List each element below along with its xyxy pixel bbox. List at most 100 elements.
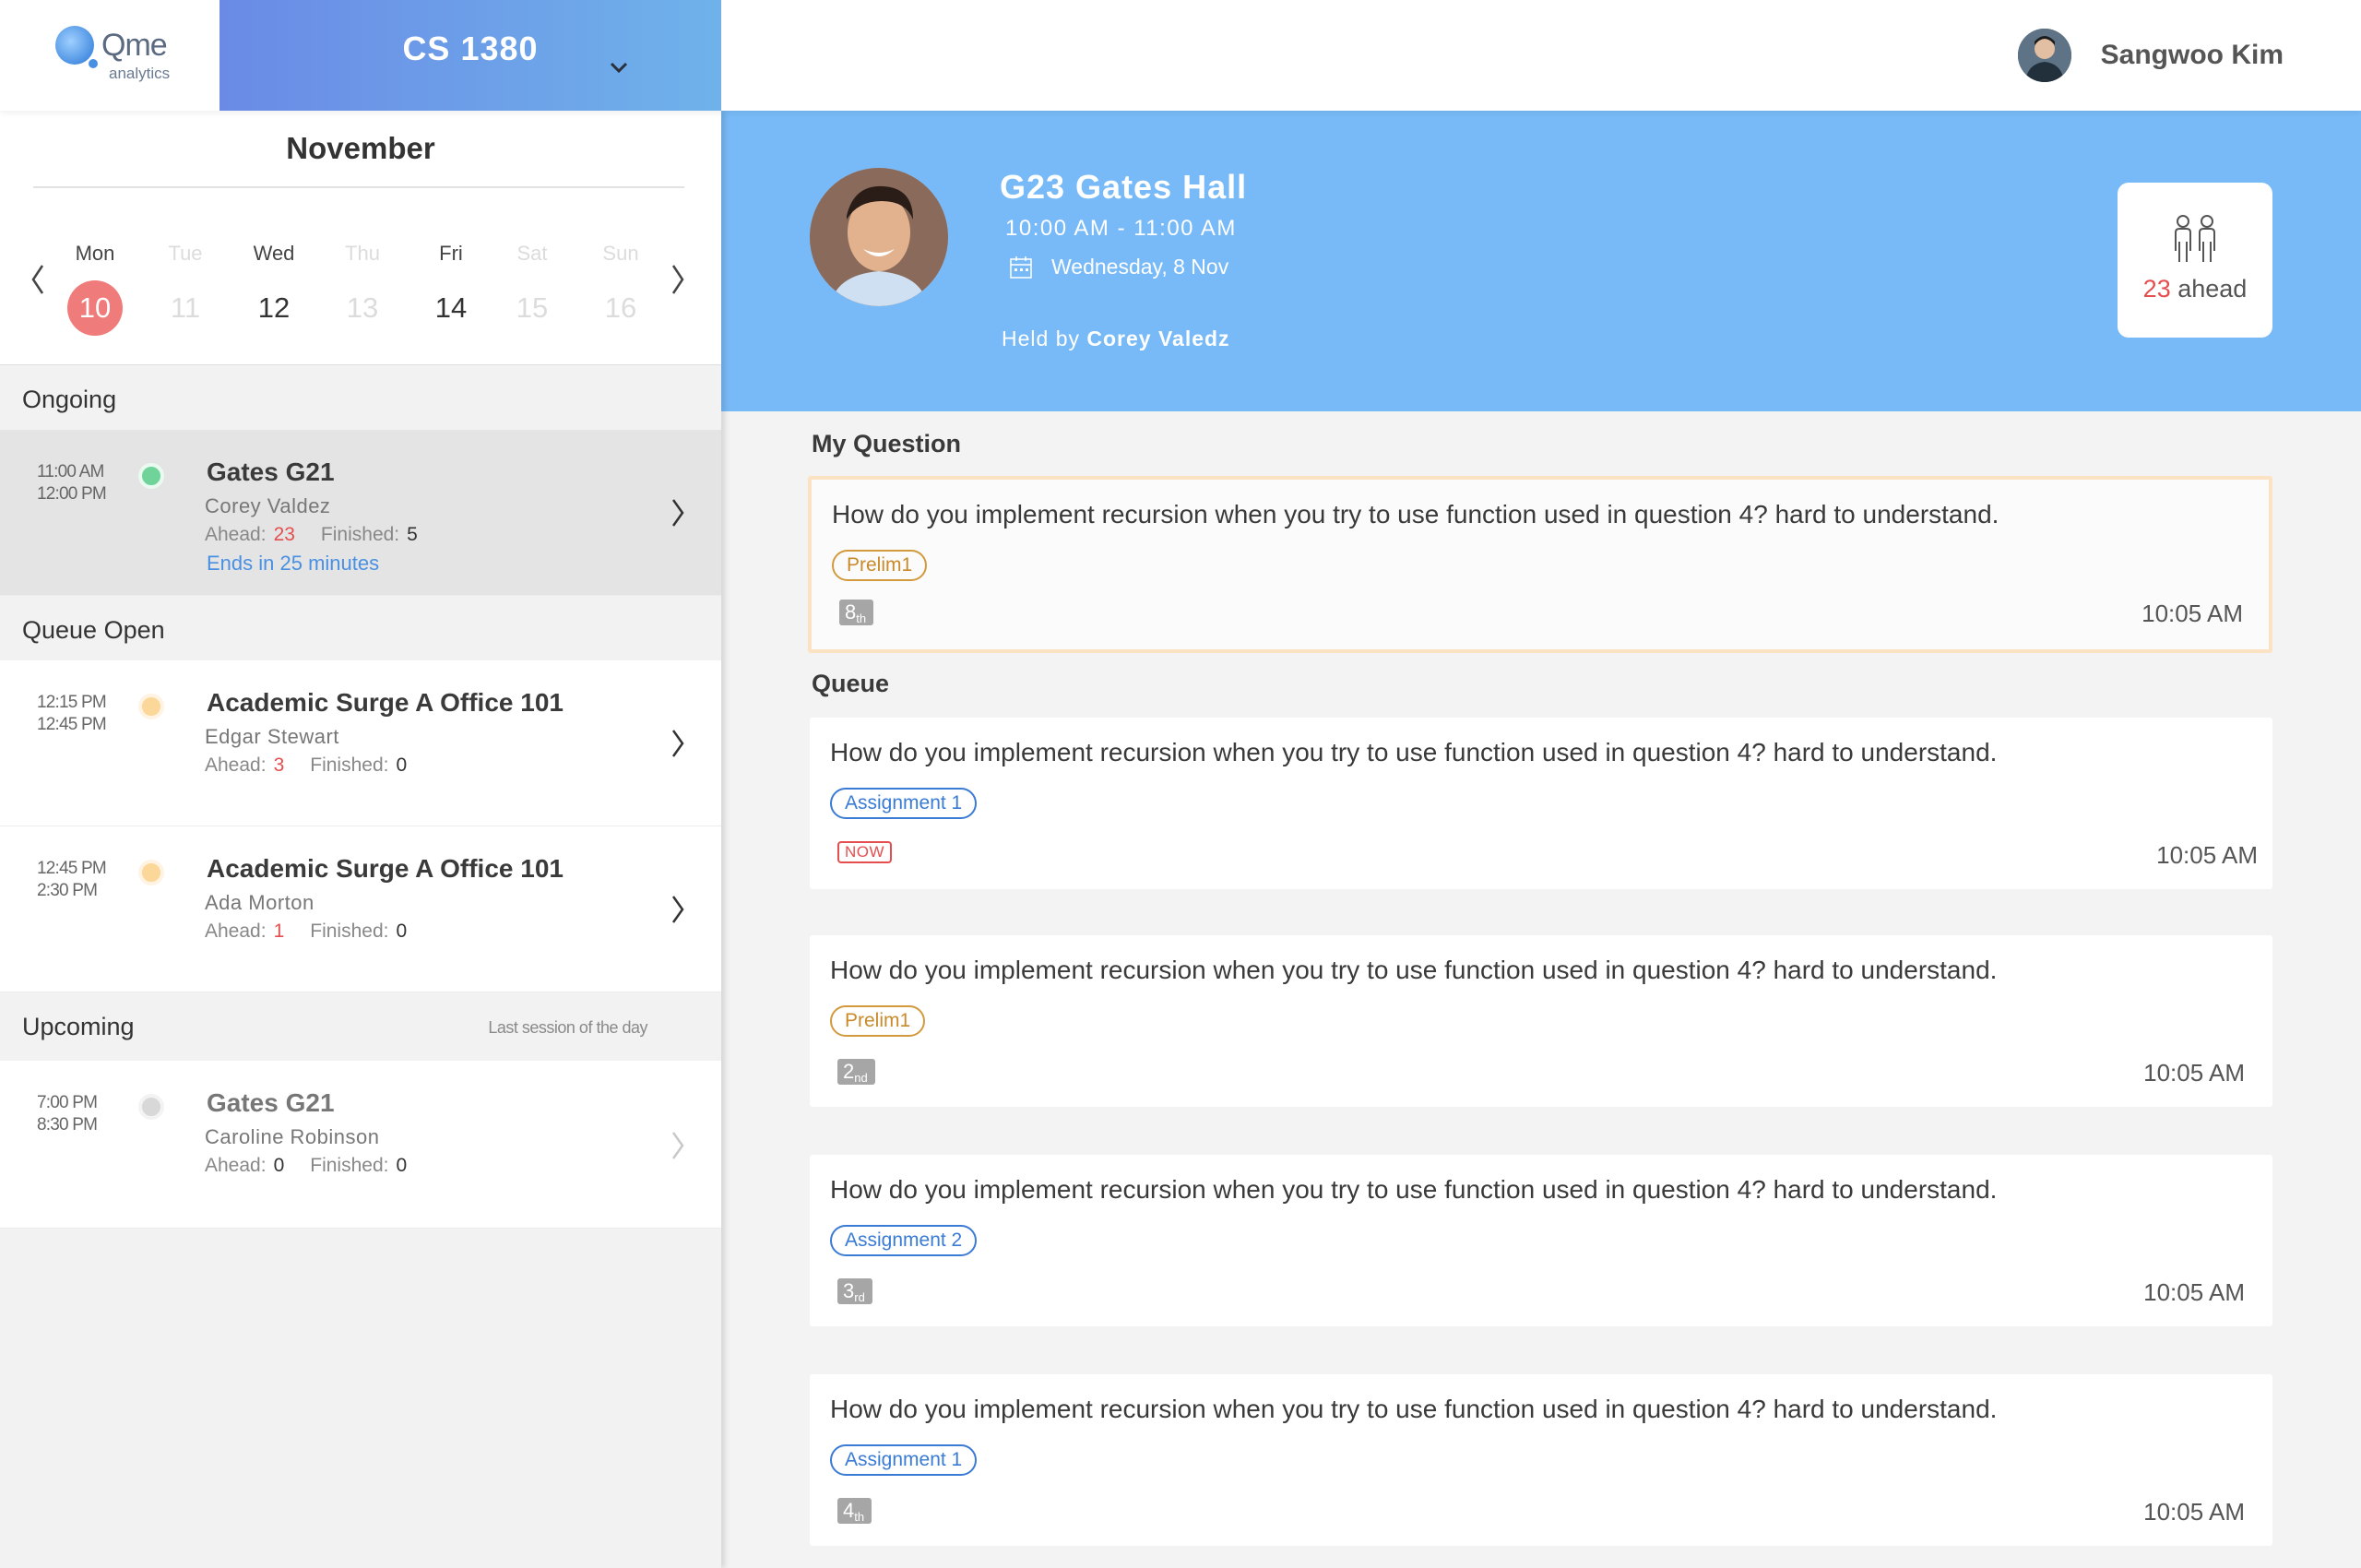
status-dot [138,1094,164,1120]
calendar-day-number: 13 [346,291,379,324]
ends-in-text: Ends in 25 minutes [207,552,380,575]
finished-count: 0 [396,921,408,942]
session-time: 12:15 PM 12:45 PM [37,692,107,736]
session-time-range: 10:00 AM - 11:00 AM [1005,216,1237,241]
calendar-day-name: Sat [516,242,548,265]
queue-position-badge: 8th [839,600,874,625]
chevron-right-icon[interactable] [666,725,690,762]
session-ta: Caroline Robinson [205,1125,380,1148]
session-item[interactable]: 12:45 PM 2:30 PM Academic Surge A Office… [0,826,721,992]
calendar-day-number: 16 [604,291,637,324]
finished-label: Finished: [320,524,400,545]
session-end: 12:45 PM [37,715,107,734]
chevron-left-icon[interactable] [24,258,52,301]
section-title: Upcoming [22,1013,135,1040]
finished-label: Finished: [310,921,389,942]
finished-count: 5 [407,524,418,545]
top-bar: Qme analytics CS 1380 Sangwoo Kim [0,0,2361,111]
session-date-text: Wednesday, 8 Nov [1051,255,1229,279]
status-dot [138,694,164,719]
queue-item[interactable]: How do you implement recursion when you … [810,718,2272,889]
calendar-day[interactable]: Mon 10 [53,242,136,336]
session-time: 12:45 PM 2:30 PM [37,858,107,902]
session-item[interactable]: 7:00 PM 8:30 PM Gates G21 Caroline Robin… [0,1061,721,1229]
chevron-right-icon[interactable] [666,891,690,928]
calendar-day: Sat 15 [491,242,574,336]
chevron-right-icon[interactable] [664,258,692,301]
calendar-day-name: Sun [602,242,639,265]
calendar-day[interactable]: Wed 12 [232,242,315,336]
question-time: 10:05 AM [2143,1278,2245,1306]
calendar-day-name: Mon [75,242,115,265]
ahead-label: Ahead: [205,754,267,776]
calendar-day-number: 12 [257,291,291,324]
calendar-day-number: 10 [67,280,123,336]
calendar-day-name: Fri [439,242,463,265]
question-tag: Prelim1 [830,1005,926,1037]
calendar-day[interactable]: Fri 14 [409,242,492,336]
section-ongoing: Ongoing [0,365,721,430]
logo-subtext: analytics [109,65,171,82]
user-menu[interactable]: Sangwoo Kim [2017,28,2284,83]
user-name: Sangwoo Kim [2100,40,2284,70]
my-question-card[interactable]: How do you implement recursion when you … [808,476,2272,653]
week-calendar: November Mon 10 Tue 11 Wed 12 Thu 13 Fri 14 Sat 15 S… [0,111,721,365]
held-by: Held by Corey Valedz [1002,327,1230,351]
ahead-count: 1 [273,921,285,942]
session-name: Gates G21 [207,1088,335,1117]
session-item[interactable]: 11:00 AM 12:00 PM Gates G21 Corey Valdez… [0,430,721,596]
queue-title: Queue [812,670,890,697]
session-time: 11:00 AM 12:00 PM [37,461,107,505]
calendar-day: Thu 13 [321,242,404,336]
room-title: G23 Gates Hall [1000,168,1248,206]
calendar-day-number: 11 [170,291,201,324]
session-item[interactable]: 12:15 PM 12:45 PM Academic Surge A Offic… [0,660,721,826]
now-badge: NOW [837,841,893,863]
position-suffix: rd [854,1290,865,1304]
position-suffix: nd [854,1071,868,1085]
session-ta: Ada Morton [205,891,314,914]
status-dot [138,860,164,885]
queue-item[interactable]: How do you implement recursion when you … [810,1155,2272,1326]
sidebar: November Mon 10 Tue 11 Wed 12 Thu 13 Fri 14 Sat 15 S… [0,111,721,1568]
ahead-count: 23 [2142,275,2171,303]
session-start: 7:00 PM [37,1093,98,1112]
section-note: Last session of the day [488,1018,647,1037]
position-number: 4 [843,1499,855,1522]
finished-label: Finished: [310,1155,389,1176]
section-upcoming: Upcoming Last session of the day [0,992,721,1057]
my-question-title: My Question [812,430,962,457]
chevron-right-icon[interactable] [666,1127,690,1164]
queue-position-badge: 4th [837,1498,872,1524]
held-by-name: Corey Valedz [1086,327,1230,350]
calendar-day-name: Thu [345,242,380,265]
app-logo[interactable]: Qme analytics [52,24,190,89]
divider [33,186,684,188]
session-ta: Edgar Stewart [205,725,339,748]
question-tag: Assignment 2 [830,1225,978,1256]
held-by-prefix: Held by [1002,327,1080,350]
queue-item[interactable]: How do you implement recursion when you … [810,935,2272,1107]
position-number: 3 [843,1279,855,1302]
position-suffix: th [854,1510,865,1524]
session-start: 12:45 PM [37,859,107,878]
user-avatar[interactable] [2017,29,2071,82]
course-title: CS 1380 [402,30,539,67]
queue-item[interactable]: How do you implement recursion when you … [810,1374,2272,1546]
session-stats: Ahead: 0 Finished: 0 [205,1155,407,1177]
session-ta: Corey Valdez [205,494,331,517]
ahead-count: 23 [273,524,295,545]
ahead-count: 3 [273,754,285,776]
course-selector[interactable]: CS 1380 [219,0,721,111]
session-date: Wednesday, 8 Nov [1009,255,1228,279]
chevron-right-icon[interactable] [666,494,690,531]
calendar-day-number: 14 [434,291,468,324]
session-header: G23 Gates Hall 10:00 AM - 11:00 AM Wedne… [721,111,2361,411]
status-dot [138,463,164,489]
finished-label: Finished: [310,754,389,776]
section-title: Queue Open [22,616,165,644]
session-time: 7:00 PM 8:30 PM [37,1092,98,1136]
question-text: How do you implement recursion when you … [830,1395,1998,1423]
calendar-icon [1010,255,1032,279]
chevron-down-icon[interactable] [607,55,631,79]
